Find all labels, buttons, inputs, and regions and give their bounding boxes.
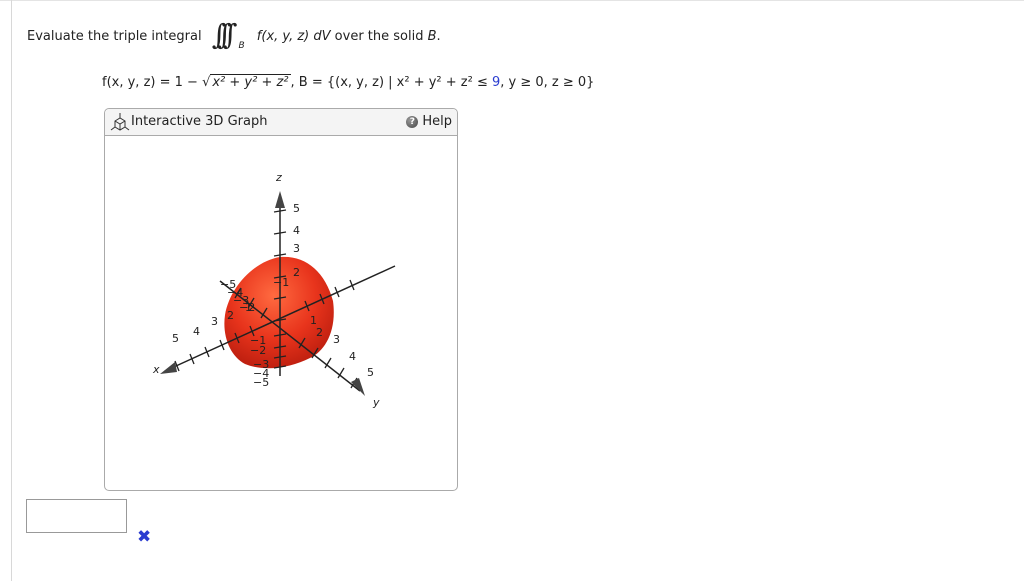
x-tick-label: 5 bbox=[172, 332, 179, 345]
set-definition: , B = {(x, y, z) | x² + y² + z² ≤ bbox=[290, 75, 488, 90]
x-tick-label: 4 bbox=[193, 325, 200, 338]
x-tick-label: 3 bbox=[211, 315, 218, 328]
y-axis-arrow bbox=[351, 378, 365, 396]
x-tick-label: 2 bbox=[227, 309, 234, 322]
z-tick-label: 2 bbox=[293, 266, 300, 279]
back-tick-label: −1 bbox=[273, 276, 289, 289]
question-prefix: Evaluate the triple integral bbox=[27, 29, 202, 44]
cube-3d-icon bbox=[110, 113, 130, 131]
z-tick-label: −5 bbox=[253, 376, 269, 389]
help-button[interactable]: ? Help bbox=[406, 114, 452, 129]
y-tick-label: 4 bbox=[349, 350, 356, 363]
axes bbox=[164, 196, 396, 392]
solid-name: B bbox=[427, 29, 437, 44]
integrand: f(x, y, z) dV bbox=[256, 29, 331, 44]
left-divider bbox=[11, 0, 12, 581]
question-suffix: over the solid bbox=[334, 29, 424, 44]
question-circle-icon: ? bbox=[406, 115, 419, 128]
z-tick-label: 5 bbox=[293, 202, 300, 215]
graph-canvas[interactable]: z x y 2 3 4 5 −1 −2 −3 −4 −5 3 4 5 2 1 1… bbox=[105, 136, 457, 490]
period: . bbox=[436, 29, 441, 44]
y-tick-label: 2 bbox=[316, 326, 323, 339]
interactive-3d-graph-panel: Interactive 3D Graph ? Help z x y 2 3 4 … bbox=[104, 108, 458, 491]
x-axis-label: x bbox=[152, 363, 160, 376]
z-axis-arrow bbox=[275, 191, 285, 208]
top-divider bbox=[0, 0, 1024, 1]
help-label: Help bbox=[422, 114, 452, 129]
incorrect-x-icon: ✖ bbox=[137, 527, 152, 547]
y-axis-label: y bbox=[372, 396, 380, 409]
z-tick-label: −2 bbox=[250, 344, 266, 357]
z-tick-label: 4 bbox=[293, 224, 300, 237]
panel-header: Interactive 3D Graph ? Help bbox=[105, 109, 457, 136]
z-axis-label: z bbox=[275, 171, 282, 184]
sqrt-body: x² + y² + z² bbox=[210, 74, 291, 90]
function-definition: f(x, y, z) = 1 − √ x² + y² + z², B = {(x,… bbox=[102, 74, 594, 90]
panel-title: Interactive 3D Graph bbox=[131, 114, 268, 129]
region-subscript: B bbox=[238, 41, 245, 51]
y-tick-label: 5 bbox=[367, 366, 374, 379]
constraints: , y ≥ 0, z ≥ 0} bbox=[500, 75, 595, 90]
graph-svg[interactable]: z x y 2 3 4 5 −1 −2 −3 −4 −5 3 4 5 2 1 1… bbox=[105, 136, 457, 490]
triple-integral-symbol: ∫∫∫ bbox=[211, 18, 238, 51]
y-tick-label: 3 bbox=[333, 333, 340, 346]
question-text: Evaluate the triple integral ∫∫∫ B f(x, y… bbox=[27, 18, 441, 53]
z-tick-label: 3 bbox=[293, 242, 300, 255]
answer-input[interactable] bbox=[26, 499, 127, 533]
x-axis-arrow bbox=[160, 362, 177, 374]
function-lhs: f(x, y, z) = 1 − bbox=[102, 75, 198, 90]
sqrt-sign: √ bbox=[202, 75, 211, 90]
back-tick-label: −2 bbox=[239, 301, 255, 314]
